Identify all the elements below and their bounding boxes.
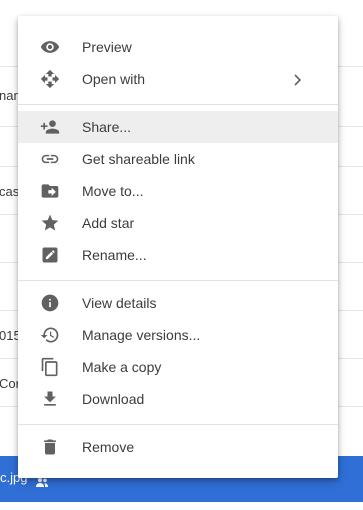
menu-item-make-a-copy[interactable]: Make a copy [18, 351, 338, 383]
menu-item-label: Manage versions... [82, 327, 201, 343]
menu-item-get-shareable-link[interactable]: Get shareable link [18, 143, 338, 175]
copy-icon [40, 357, 60, 377]
menu-item-label: Download [82, 391, 145, 407]
file-name-partial[interactable]: cas [0, 184, 19, 199]
menu-item-rename[interactable]: Rename... [18, 239, 338, 271]
context-menu: Preview Open with Share... Get shareable… [18, 16, 338, 478]
trash-icon [40, 437, 60, 457]
menu-item-open-with[interactable]: Open with [18, 63, 338, 95]
download-icon [40, 389, 60, 409]
menu-item-label: Get shareable link [82, 151, 195, 167]
menu-item-label: Rename... [82, 247, 147, 263]
eye-icon [40, 37, 60, 57]
menu-item-label: Preview [82, 39, 132, 55]
menu-item-label: Make a copy [82, 359, 162, 375]
menu-item-label: Share... [82, 119, 132, 135]
menu-divider [18, 104, 338, 105]
info-icon [40, 293, 60, 313]
link-icon [40, 149, 60, 169]
menu-item-add-star[interactable]: Add star [18, 207, 338, 239]
file-name-partial[interactable]: Cor [0, 376, 20, 391]
move-arrows-icon [40, 69, 60, 89]
chevron-right-icon [292, 73, 302, 86]
menu-item-manage-versions[interactable]: Manage versions... [18, 319, 338, 351]
menu-item-view-details[interactable]: View details [18, 287, 338, 319]
menu-divider [18, 424, 338, 425]
edit-icon [40, 245, 60, 265]
menu-item-label: Move to... [82, 183, 144, 199]
menu-divider [18, 280, 338, 281]
menu-item-label: Open with [82, 71, 146, 87]
menu-item-label: Add star [82, 215, 135, 231]
history-icon [40, 325, 60, 345]
menu-item-move-to[interactable]: Move to... [18, 175, 338, 207]
folder-move-icon [40, 181, 60, 201]
menu-item-download[interactable]: Download [18, 383, 338, 415]
person-add-icon [40, 117, 60, 137]
star-icon [40, 213, 60, 233]
menu-item-preview[interactable]: Preview [18, 31, 338, 63]
menu-item-remove[interactable]: Remove [18, 431, 338, 463]
menu-item-label: Remove [82, 439, 135, 455]
menu-item-share[interactable]: Share... [18, 111, 338, 143]
menu-item-label: View details [82, 295, 157, 311]
